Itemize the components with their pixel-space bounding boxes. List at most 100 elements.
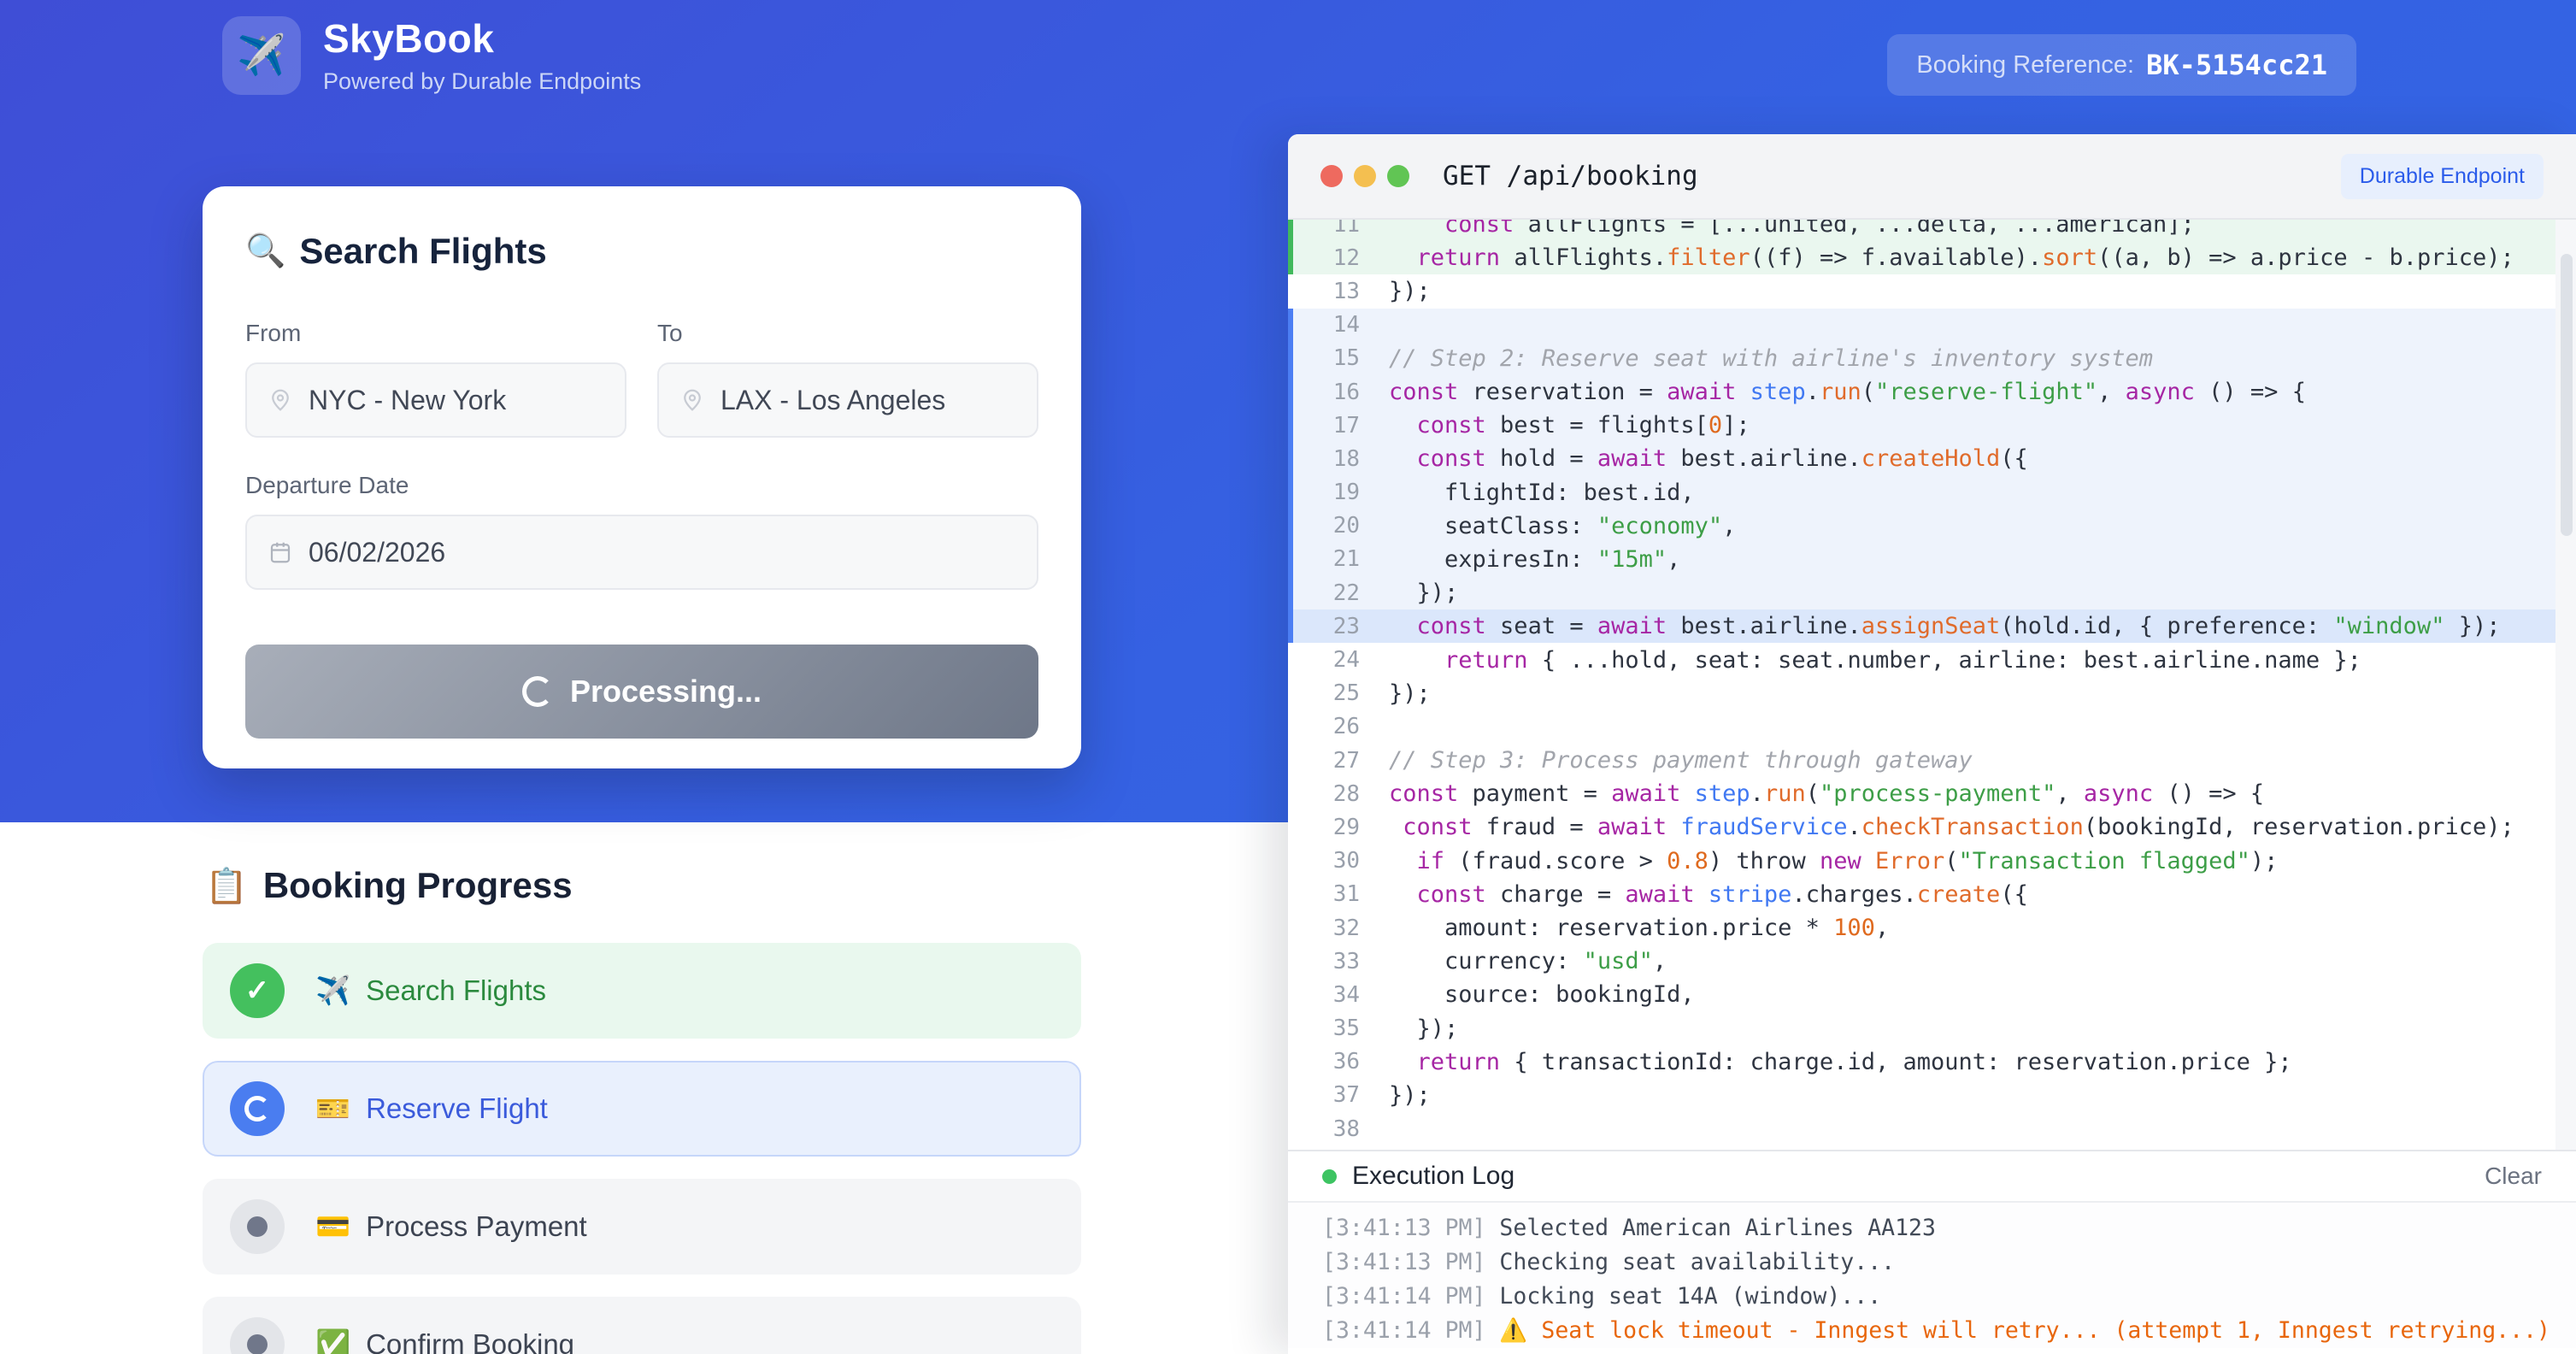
code-line-15: 15// Step 2: Reserve seat with airline's… xyxy=(1288,342,2576,375)
line-number: 37 xyxy=(1288,1082,1389,1108)
magnifier-icon: 🔍 xyxy=(245,233,285,270)
log-message: Locking seat 14A (window)... xyxy=(1499,1283,1881,1310)
skybook-app: ✈️ SkyBook Powered by Durable Endpoints … xyxy=(0,0,2576,1354)
code-line-35: 35 }); xyxy=(1288,1012,2576,1045)
code-line-23: 23 const seat = await best.airline.assig… xyxy=(1288,609,2576,643)
from-label: From xyxy=(245,320,626,347)
search-card-title: 🔍 Search Flights xyxy=(245,231,1038,272)
code-line-31: 31 const charge = await stripe.charges.c… xyxy=(1288,878,2576,911)
status-dot-icon xyxy=(1322,1169,1337,1184)
progress-step-label: ✈️Search Flights xyxy=(315,974,546,1008)
from-value: NYC - New York xyxy=(309,385,506,416)
execution-log-title: Execution Log xyxy=(1352,1162,1514,1191)
code-text: // Step 3: Process payment through gatew… xyxy=(1389,747,1973,774)
log-entry: [3:41:13 PM] Selected American Airlines … xyxy=(1322,1211,2542,1245)
code-line-39: 39// Step 4: Confirm booking xyxy=(1288,1145,2576,1150)
search-flights-card: 🔍 Search Flights From NYC - New York To … xyxy=(203,186,1081,768)
pending-circle-icon xyxy=(230,1317,285,1354)
log-entry: [3:41:13 PM] Checking seat availability.… xyxy=(1322,1245,2542,1280)
line-number: 25 xyxy=(1288,680,1389,706)
search-submit-button[interactable]: Processing... xyxy=(245,645,1038,739)
code-line-14: 14 xyxy=(1288,309,2576,342)
line-number: 31 xyxy=(1288,881,1389,907)
to-value: LAX - Los Angeles xyxy=(720,385,945,416)
code-line-25: 25}); xyxy=(1288,677,2576,710)
line-number: 27 xyxy=(1288,748,1389,774)
code-text: expiresIn: "15m", xyxy=(1389,546,1680,573)
line-number: 36 xyxy=(1288,1049,1389,1074)
code-text: const fraud = await fraudService.checkTr… xyxy=(1389,814,2514,840)
line-number: 32 xyxy=(1288,915,1389,941)
log-message: ⚠️ Seat lock timeout - Inngest will retr… xyxy=(1499,1317,2550,1344)
code-text: const charge = await stripe.charges.crea… xyxy=(1389,881,2028,908)
code-line-36: 36 return { transactionId: charge.id, am… xyxy=(1288,1045,2576,1079)
line-number: 30 xyxy=(1288,848,1389,874)
code-text: return { transactionId: charge.id, amoun… xyxy=(1389,1049,2292,1075)
execution-log-header: Execution Log Clear xyxy=(1288,1150,2576,1203)
booking-reference-label: Booking Reference: xyxy=(1916,51,2134,79)
log-timestamp: [3:41:13 PM] xyxy=(1322,1249,1499,1275)
window-close-icon xyxy=(1320,165,1343,187)
code-panel: GET /api/booking Durable Endpoint 11 con… xyxy=(1288,134,2576,1354)
line-number: 14 xyxy=(1288,312,1389,338)
progress-step-confirm-booking: ✅Confirm Booking xyxy=(203,1297,1081,1354)
log-message: Selected American Airlines AA123 xyxy=(1499,1215,1936,1241)
code-text: // Step 4: Confirm booking xyxy=(1389,1149,1750,1150)
window-minimize-icon xyxy=(1354,165,1376,187)
booking-reference-badge: Booking Reference: BK-5154cc21 xyxy=(1887,34,2356,96)
code-text: source: bookingId, xyxy=(1389,981,1695,1008)
code-text: const seat = await best.airline.assignSe… xyxy=(1389,613,2500,639)
code-text: const payment = await step.run("process-… xyxy=(1389,780,2264,807)
code-line-17: 17 const best = flights[0]; xyxy=(1288,409,2576,442)
code-text: seatClass: "economy", xyxy=(1389,513,1736,539)
code-editor: 11 const allFlights = [...united, ...del… xyxy=(1288,220,2576,1150)
code-line-16: 16const reservation = await step.run("re… xyxy=(1288,375,2576,409)
step-emoji-icon: ✈️ xyxy=(315,974,350,1008)
code-text: }); xyxy=(1389,580,1458,606)
app-header: ✈️ SkyBook Powered by Durable Endpoints xyxy=(222,15,641,95)
code-line-12: 12 return allFlights.filter((f) => f.ava… xyxy=(1288,241,2576,274)
submit-button-label: Processing... xyxy=(570,674,762,709)
booking-reference-value: BK-5154cc21 xyxy=(2146,49,2327,81)
log-entry-warning: [3:41:14 PM] ⚠️ Seat lock timeout - Inng… xyxy=(1322,1314,2542,1348)
log-timestamp: [3:41:13 PM] xyxy=(1322,1215,1499,1241)
code-text: currency: "usd", xyxy=(1389,948,1667,974)
departure-date-input[interactable]: 06/02/2026 xyxy=(245,515,1038,590)
check-circle-icon: ✓ xyxy=(230,963,285,1018)
code-text: amount: reservation.price * 100, xyxy=(1389,915,1889,941)
app-logo: ✈️ xyxy=(222,16,301,95)
code-scrollbar-thumb[interactable] xyxy=(2561,254,2573,536)
code-text: return { ...hold, seat: seat.number, air… xyxy=(1389,647,2361,674)
from-input[interactable]: NYC - New York xyxy=(245,362,626,438)
code-scrollbar-track[interactable] xyxy=(2555,220,2576,1150)
code-line-28: 28const payment = await step.run("proces… xyxy=(1288,777,2576,810)
code-text: }); xyxy=(1389,278,1431,304)
code-line-22: 22 }); xyxy=(1288,576,2576,609)
line-number: 26 xyxy=(1288,714,1389,739)
code-line-34: 34 source: bookingId, xyxy=(1288,978,2576,1011)
line-number: 12 xyxy=(1288,245,1389,271)
code-text: }); xyxy=(1389,1016,1458,1042)
endpoint-title: GET /api/booking xyxy=(1443,161,1698,191)
code-text: flightId: best.id, xyxy=(1389,480,1695,506)
progress-step-label: ✅Confirm Booking xyxy=(315,1328,574,1354)
booking-progress-title: 📋 Booking Progress xyxy=(205,865,573,906)
line-number: 17 xyxy=(1288,413,1389,439)
execution-log-body: [3:41:13 PM] Selected American Airlines … xyxy=(1288,1203,2576,1348)
clear-log-button[interactable]: Clear xyxy=(2485,1163,2542,1190)
window-maximize-icon xyxy=(1387,165,1409,187)
code-text: // Step 2: Reserve seat with airline's i… xyxy=(1389,345,2153,372)
code-text: const reservation = await step.run("rese… xyxy=(1389,379,2306,405)
booking-progress-list: ✓✈️Search Flights🎫Reserve Flight💳Process… xyxy=(203,943,1081,1354)
calendar-icon xyxy=(268,539,293,565)
line-number: 21 xyxy=(1288,546,1389,572)
app-tagline: Powered by Durable Endpoints xyxy=(323,68,641,95)
log-message: Checking seat availability... xyxy=(1499,1249,1895,1275)
code-line-27: 27// Step 3: Process payment through gat… xyxy=(1288,744,2576,777)
line-number: 28 xyxy=(1288,781,1389,807)
spinner-circle-icon xyxy=(230,1081,285,1136)
code-text: const hold = await best.airline.createHo… xyxy=(1389,445,2028,472)
line-number: 16 xyxy=(1288,380,1389,405)
code-line-20: 20 seatClass: "economy", xyxy=(1288,509,2576,543)
to-input[interactable]: LAX - Los Angeles xyxy=(657,362,1038,438)
